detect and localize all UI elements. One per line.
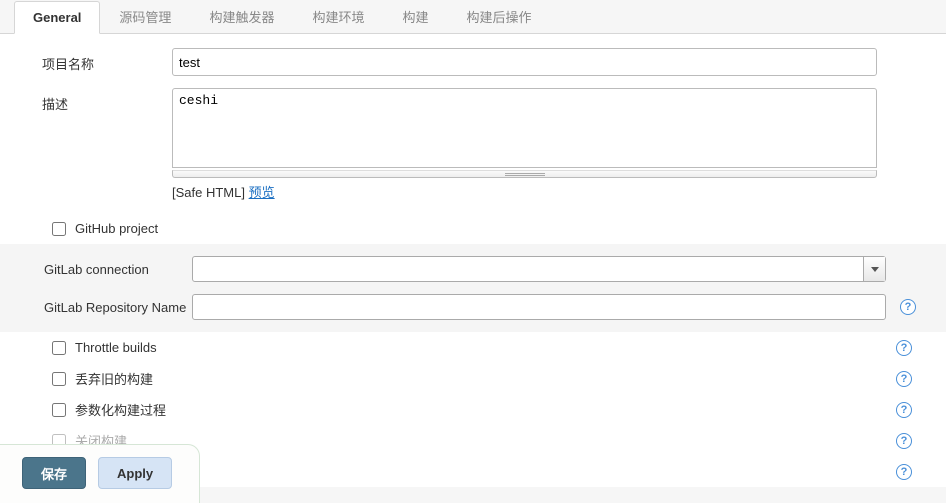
parameterized-label: 参数化构建过程 — [75, 400, 166, 419]
safe-html-label: [Safe HTML] — [172, 185, 245, 200]
textarea-resize-handle[interactable] — [172, 170, 877, 178]
help-icon[interactable]: ? — [896, 371, 912, 387]
github-project-option[interactable]: GitHub project — [48, 219, 158, 239]
tab-post-build[interactable]: 构建后操作 — [447, 0, 550, 34]
description-textarea[interactable]: ceshi — [172, 88, 877, 168]
tab-build[interactable]: 构建 — [383, 0, 447, 34]
apply-button[interactable]: Apply — [98, 457, 172, 489]
throttle-builds-label: Throttle builds — [75, 340, 157, 355]
gitlab-connection-select[interactable] — [192, 256, 886, 282]
throttle-builds-checkbox[interactable] — [52, 341, 66, 355]
tab-general[interactable]: General — [14, 1, 100, 34]
discard-old-checkbox[interactable] — [52, 372, 66, 386]
help-icon[interactable]: ? — [896, 402, 912, 418]
gitlab-repo-input[interactable] — [192, 294, 886, 320]
preview-link[interactable]: 预览 — [249, 185, 275, 200]
help-icon[interactable]: ? — [896, 433, 912, 449]
discard-old-option[interactable]: 丢弃旧的构建 — [48, 369, 153, 389]
parameterized-option[interactable]: 参数化构建过程 — [48, 400, 166, 420]
tab-build-env[interactable]: 构建环境 — [293, 0, 383, 34]
gitlab-connection-label: GitLab connection — [22, 262, 192, 277]
project-name-label: 项目名称 — [22, 48, 172, 76]
tab-scm[interactable]: 源码管理 — [100, 0, 190, 34]
project-name-input[interactable] — [172, 48, 877, 76]
help-icon[interactable]: ? — [900, 299, 916, 315]
description-label: 描述 — [22, 88, 172, 201]
help-icon[interactable]: ? — [896, 464, 912, 480]
github-project-label: GitHub project — [75, 221, 158, 236]
gitlab-section: GitLab connection GitLab Repository Name… — [0, 244, 946, 332]
parameterized-checkbox[interactable] — [52, 403, 66, 417]
save-button[interactable]: 保存 — [22, 457, 86, 489]
github-project-checkbox[interactable] — [52, 222, 66, 236]
chevron-down-icon[interactable] — [863, 257, 885, 281]
config-tabs: General 源码管理 构建触发器 构建环境 构建 构建后操作 — [0, 0, 946, 34]
sticky-action-bar: 保存 Apply — [0, 444, 200, 503]
discard-old-label: 丢弃旧的构建 — [75, 369, 153, 388]
throttle-builds-option[interactable]: Throttle builds — [48, 338, 157, 358]
general-panel: 项目名称 描述 ceshi [Safe HTML] 预览 GitHub proj… — [0, 34, 946, 487]
gitlab-repo-label: GitLab Repository Name — [22, 300, 192, 315]
tab-build-triggers[interactable]: 构建触发器 — [190, 0, 293, 34]
help-icon[interactable]: ? — [896, 340, 912, 356]
